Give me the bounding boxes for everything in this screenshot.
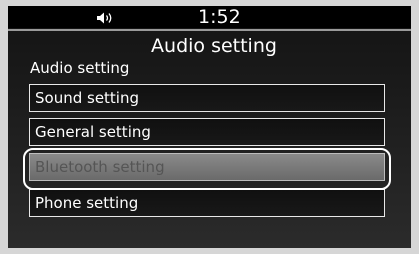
screen-title: Audio setting	[151, 35, 277, 57]
speaker-volume-icon	[97, 12, 112, 24]
header-divider	[8, 29, 411, 31]
section-label: Audio setting	[30, 59, 130, 77]
infotainment-screen: 1:52 Audio setting Audio setting Sound s…	[8, 6, 411, 248]
menu-item-general-setting[interactable]: General setting	[29, 118, 385, 146]
menu-item-sound-setting[interactable]: Sound setting	[29, 84, 385, 112]
status-bar: 1:52	[8, 6, 411, 28]
clock: 1:52	[198, 6, 241, 28]
selection-focus-ring	[23, 148, 391, 190]
menu-item-phone-setting[interactable]: Phone setting	[29, 189, 385, 217]
